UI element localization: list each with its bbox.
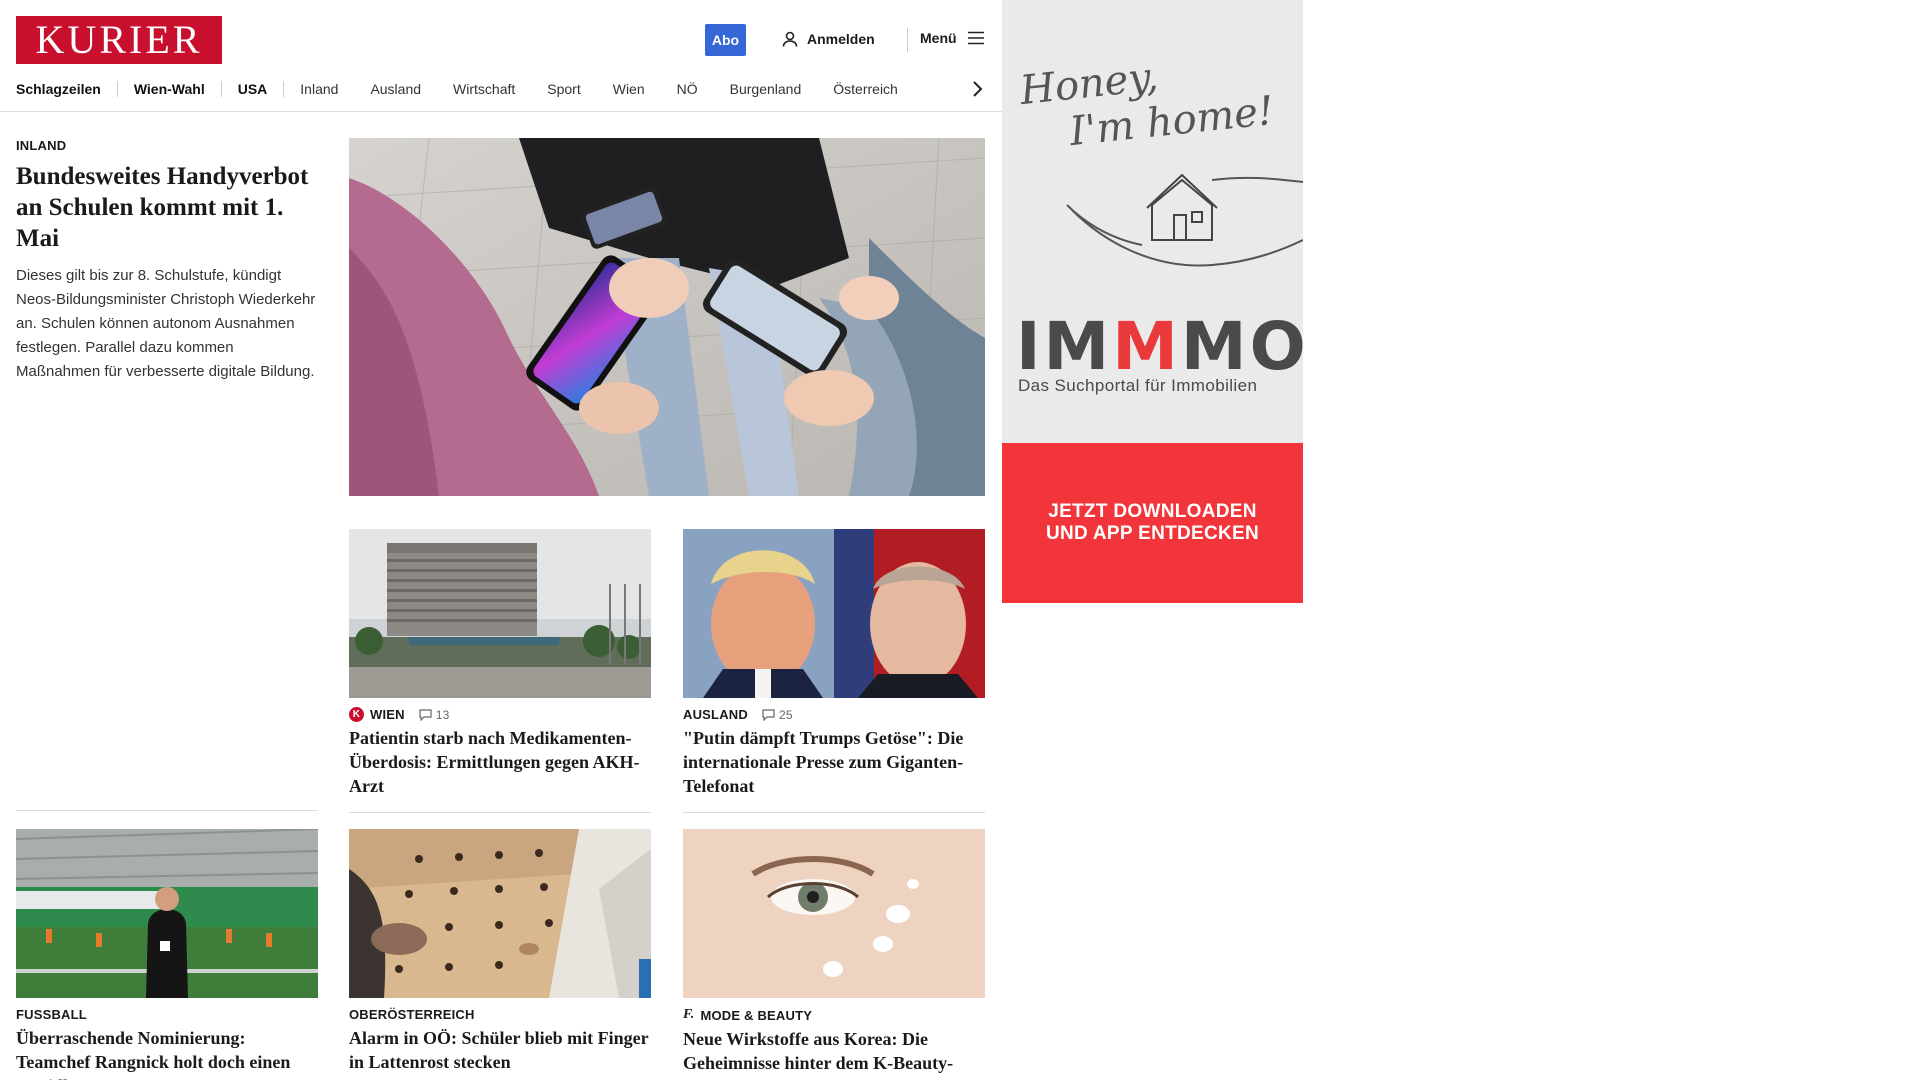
ad-tagline: Das Suchportal für Immobilien [1018,376,1258,395]
card-section[interactable]: OBERÖSTERREICH [349,1007,475,1022]
akh-hospital-photo [349,529,651,698]
article-card[interactable]: FUSSBALL Überraschende Nominierung: Team… [16,829,318,1080]
card-section[interactable]: AUSLAND [683,707,748,722]
user-icon [782,31,798,47]
login-label: Anmelden [807,31,875,47]
card-section[interactable]: WIEN [370,707,405,722]
ad-download-button[interactable]: JETZT DOWNLOADEN UND APP ENTDECKEN [1002,443,1303,603]
abo-button[interactable]: Abo [705,24,746,56]
card-divider [349,812,651,813]
ad-cta-line1: JETZT DOWNLOADEN [1048,501,1257,522]
comment-icon [762,708,775,721]
card-kicker: AUSLAND 25 [683,707,985,722]
nav-item-oesterreich[interactable]: Österreich [817,81,914,97]
freizeit-icon: f. [683,1007,695,1022]
kurier-logo[interactable]: KURIER [16,16,222,64]
card-kicker: f. MODE & BEAUTY [683,1007,985,1023]
nav-item-sport[interactable]: Sport [531,81,596,97]
card-headline[interactable]: Alarm in OÖ: Schüler blieb mit Finger in… [349,1026,651,1074]
card-kicker: OBERÖSTERREICH [349,1007,651,1022]
immmo-logo-accent: M [1112,308,1181,385]
card-headline[interactable]: Überraschende Nominierung: Teamchef Rang… [16,1026,318,1080]
football-training-photo [16,829,318,998]
column-divider [16,810,318,811]
slatted-frame-photo [349,829,651,998]
section-nav: Schlagzeilen Wien-Wahl USA Inland Auslan… [16,78,914,100]
article-card[interactable]: AUSLAND 25 "Putin dämpft Trumps Getöse":… [683,529,985,813]
lead-teaser: Dieses gilt bis zur 8. Schulstufe, kündi… [16,267,316,380]
nav-item-usa[interactable]: USA [222,81,284,97]
comment-count-value: 13 [435,707,450,722]
lead-kicker: INLAND [16,138,67,153]
menu-button[interactable]: Menü [920,30,985,46]
header-divider [907,28,908,52]
login-button[interactable]: Anmelden [781,30,875,48]
card-kicker: FUSSBALL [16,1007,318,1022]
lead-headline[interactable]: Bundesweites Handyverbot an Schulen komm… [16,161,318,254]
ad-script-text: Honey, I'm home! [1018,42,1276,160]
comment-count[interactable]: 25 [762,708,793,722]
card-headline[interactable]: Patientin starb nach Medikamenten-Überdo… [349,726,651,798]
card-image[interactable] [349,529,651,698]
card-image[interactable] [16,829,318,998]
nav-item-ausland[interactable]: Ausland [354,81,437,97]
phones-photo [349,138,985,496]
nav-item-wien[interactable]: Wien [597,81,661,97]
house-in-hand-icon [1066,173,1303,267]
card-image[interactable] [683,529,985,698]
card-kicker: K WIEN 13 [349,707,651,722]
hamburger-icon [967,31,984,45]
nav-item-schlagzeilen[interactable]: Schlagzeilen [16,81,117,97]
card-headline[interactable]: "Putin dämpft Trumps Getöse": Die intern… [683,726,985,798]
chevron-right-icon[interactable] [969,80,985,98]
lead-image[interactable] [349,138,985,496]
nav-item-inland[interactable]: Inland [284,81,354,97]
site-header: KURIER Abo Anmelden Menü Schlagzeilen Wi… [0,0,1002,112]
nav-item-burgenland[interactable]: Burgenland [714,81,818,97]
nav-item-noe[interactable]: NÖ [661,81,714,97]
card-image[interactable] [683,829,985,998]
article-card[interactable]: K WIEN 13 Patientin starb nach Medikamen… [349,529,651,813]
menu-label: Menü [920,30,957,46]
comment-icon [419,708,432,721]
card-image[interactable] [349,829,651,998]
card-headline[interactable]: Neue Wirkstoffe aus Korea: Die Geheimnis… [683,1027,985,1080]
comment-count[interactable]: 13 [419,708,450,722]
immmo-logo-part: MO [1180,308,1303,385]
lead-story[interactable]: INLAND Bundesweites Handyverbot an Schul… [16,138,318,384]
comment-count-value: 25 [778,707,793,722]
article-card[interactable]: OBERÖSTERREICH Alarm in OÖ: Schüler blie… [349,829,651,1074]
card-divider [683,812,985,813]
ad-cta-line2: UND APP ENTDECKEN [1045,523,1260,544]
card-section[interactable]: MODE & BEAUTY [700,1008,812,1023]
immmo-logo: IMMMO [1016,308,1303,385]
immmo-advertisement[interactable]: Honey, I'm home! IMMMO Das Suchportal fü… [1002,0,1303,603]
article-card[interactable]: f. MODE & BEAUTY Neue Wirkstoffe aus Kor… [683,829,985,1080]
nav-item-wirtschaft[interactable]: Wirtschaft [437,81,531,97]
skincare-face-photo [683,829,985,998]
nav-item-wien-wahl[interactable]: Wien-Wahl [118,81,221,97]
immmo-logo-part: IM [1016,308,1113,385]
trump-putin-photo [683,529,985,698]
card-section[interactable]: FUSSBALL [16,1007,87,1022]
kurier-plus-badge: K [349,707,364,722]
